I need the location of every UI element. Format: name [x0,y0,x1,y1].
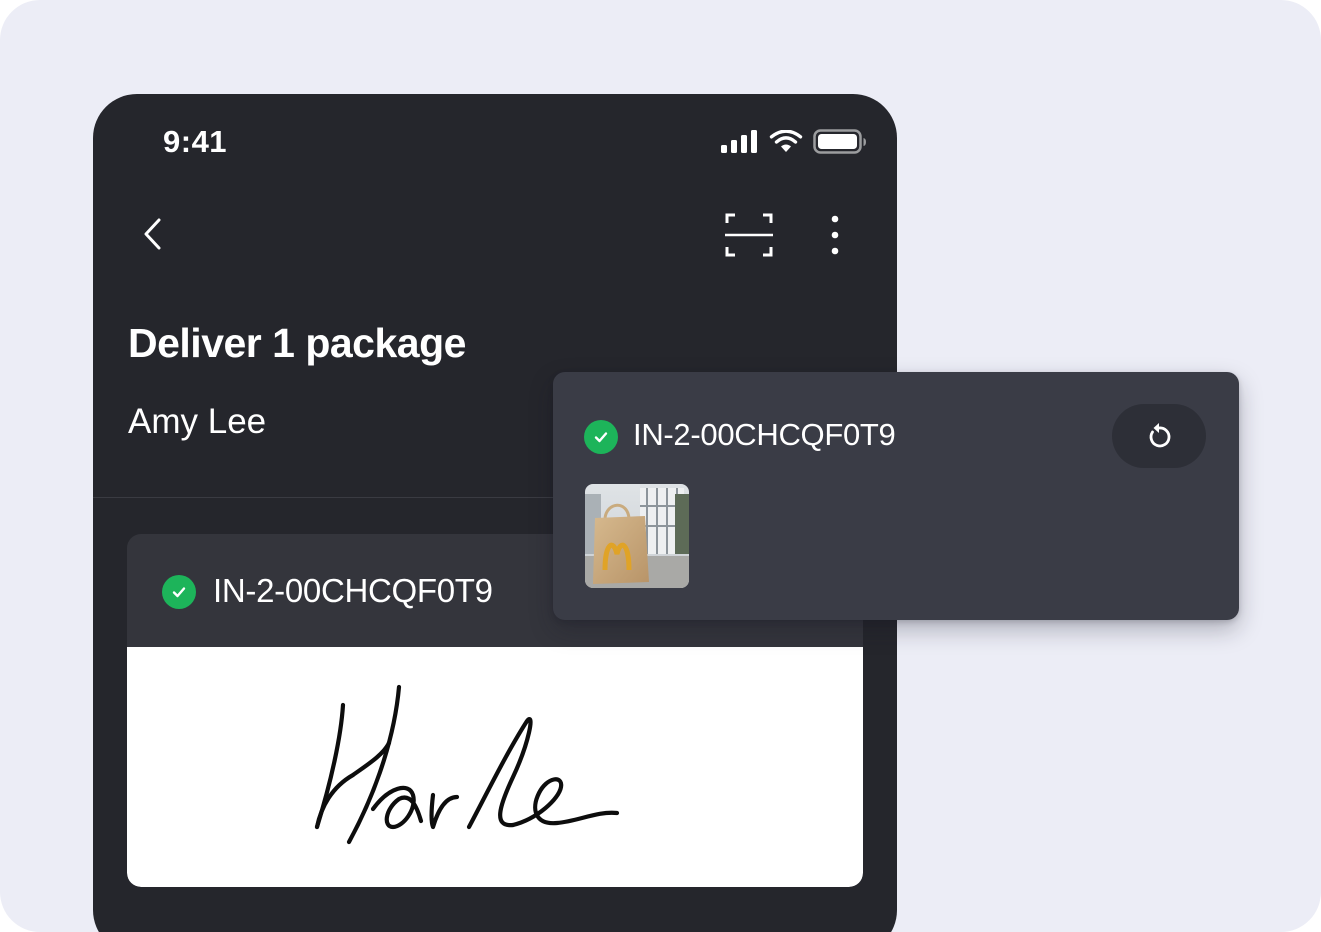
retake-button[interactable] [1112,404,1206,468]
scan-icon [725,213,773,257]
signal-icon [721,130,757,153]
back-button[interactable] [131,212,175,256]
check-circle-icon [584,420,618,454]
battery-icon [813,129,866,154]
more-options-button[interactable] [817,209,853,261]
background-canvas: 9:41 Deliver 1 package Amy Lee IN-2-00CH… [0,0,1321,932]
wifi-icon [769,130,803,152]
signature-pad[interactable] [127,647,863,887]
overlay-package-id: IN-2-00CHCQF0T9 [633,417,896,452]
check-circle-icon [162,575,196,609]
package-photo-popover: IN-2-00CHCQF0T9 [553,372,1239,620]
package-id: IN-2-00CHCQF0T9 [213,572,493,609]
back-chevron-icon [144,218,161,250]
page-title: Deliver 1 package [128,320,466,366]
status-icons [721,128,867,156]
more-vertical-icon [831,215,839,255]
scan-button[interactable] [721,209,777,261]
signature-image [314,684,620,845]
recipient-name: Amy Lee [128,402,267,441]
delivery-photo-image [585,484,689,588]
status-time: 9:41 [163,124,228,159]
refresh-icon [1149,423,1171,448]
delivery-photo[interactable] [585,484,689,588]
